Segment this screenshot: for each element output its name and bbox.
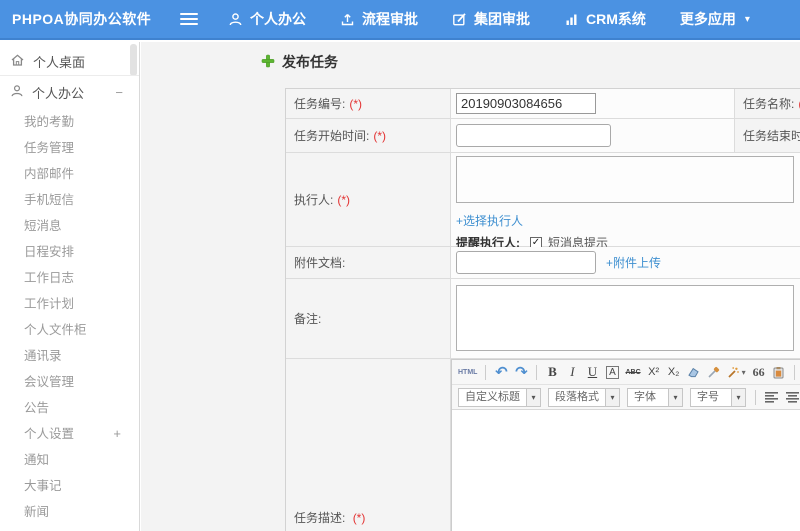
sidebar-item-announcement[interactable]: 公告 bbox=[0, 395, 139, 421]
caret-down-icon: ▾ bbox=[605, 388, 619, 406]
user-icon bbox=[228, 12, 243, 27]
blockquote-button[interactable]: 66 bbox=[752, 363, 766, 381]
font-family-dropdown[interactable]: 字体 ▾ bbox=[627, 387, 683, 407]
workflow-icon bbox=[340, 12, 355, 27]
add-icon bbox=[261, 54, 275, 71]
bold-button[interactable]: B bbox=[545, 363, 559, 381]
nav-group-approval[interactable]: 集团审批 bbox=[452, 9, 530, 29]
nav-more-apps[interactable]: 更多应用 ▾ bbox=[680, 9, 750, 29]
sidebar-item-personal-settings[interactable]: 个人设置 + bbox=[0, 421, 139, 447]
publish-task-form: 任务编号: (*) 任务名称: (*) 任务开始时间: (*) 任务结束时间: bbox=[285, 88, 800, 531]
main-content: 发布任务 任务编号: (*) 任务名称: (*) 任务开始时间: (*) bbox=[141, 42, 800, 531]
caret-down-icon: ▾ bbox=[741, 367, 746, 377]
expand-icon[interactable]: + bbox=[113, 421, 121, 447]
sidebar-item-personal-files[interactable]: 个人文件柜 bbox=[0, 317, 139, 343]
underline-button[interactable]: U bbox=[585, 363, 599, 381]
edit-icon bbox=[452, 12, 467, 27]
align-center-icon[interactable] bbox=[786, 388, 800, 406]
required-mark: (*) bbox=[352, 511, 366, 525]
nav-personal-office[interactable]: 个人办公 bbox=[228, 9, 306, 29]
caret-down-icon: ▾ bbox=[526, 388, 540, 406]
sidebar: 个人桌面 个人办公 − 我的考勤 任务管理 内部邮件 手机短信 短消息 日程安排… bbox=[0, 42, 140, 531]
sidebar-item-meeting-management[interactable]: 会议管理 bbox=[0, 369, 139, 395]
html-source-button[interactable]: HTML bbox=[458, 363, 477, 381]
choose-executor-link[interactable]: +选择执行人 bbox=[456, 214, 523, 228]
attachment-input[interactable] bbox=[456, 251, 596, 274]
attachment-upload-link[interactable]: +附件上传 bbox=[606, 254, 661, 271]
top-header: PHPOA协同办公软件 个人办公 流程审批 集团审批 CRM系统 更多应用 ▾ bbox=[0, 0, 800, 40]
sidebar-item-contacts[interactable]: 通讯录 bbox=[0, 343, 139, 369]
italic-button[interactable]: I bbox=[565, 363, 579, 381]
menu-toggle-icon[interactable] bbox=[180, 13, 198, 25]
required-mark: (*) bbox=[373, 128, 387, 143]
sidebar-item-internal-mail[interactable]: 内部邮件 bbox=[0, 161, 139, 187]
strikethrough-button[interactable]: ABC bbox=[625, 363, 640, 381]
sidebar-item-news[interactable]: 新闻 bbox=[0, 499, 139, 525]
editor-toolbar: HTML ↶ ↷ B I U A ABC X² X₂ ▾ 66 自定义标题 ▾ … bbox=[452, 360, 800, 410]
caret-down-icon: ▾ bbox=[731, 388, 745, 406]
paste-icon[interactable] bbox=[772, 363, 786, 381]
end-time-label: 任务结束时间: bbox=[743, 129, 800, 143]
home-icon bbox=[10, 53, 25, 70]
collapse-icon[interactable]: − bbox=[115, 85, 123, 100]
page-title: 发布任务 bbox=[261, 52, 338, 72]
task-number-label: 任务编号: bbox=[294, 97, 346, 111]
caret-down-icon: ▾ bbox=[744, 13, 750, 25]
executor-label: 执行人: bbox=[294, 193, 334, 207]
top-nav: 个人办公 流程审批 集团审批 CRM系统 更多应用 ▾ bbox=[228, 9, 750, 29]
remark-textarea[interactable] bbox=[456, 285, 794, 351]
remark-row: 备注: bbox=[286, 279, 800, 359]
caret-down-icon: ▾ bbox=[668, 388, 682, 406]
sidebar-item-events[interactable]: 大事记 bbox=[0, 473, 139, 499]
eraser-icon[interactable] bbox=[687, 363, 701, 381]
required-mark: (*) bbox=[349, 96, 363, 111]
redo-button[interactable]: ↷ bbox=[514, 363, 528, 381]
sidebar-item-notice[interactable]: 通知 bbox=[0, 447, 139, 473]
superscript-button[interactable]: X² bbox=[647, 363, 661, 381]
subscript-button[interactable]: X₂ bbox=[667, 363, 681, 381]
executor-row: 执行人: (*) +选择执行人 提醒执行人: ✓ 短消息提示 bbox=[286, 153, 800, 250]
bar-chart-icon bbox=[564, 12, 579, 27]
sidebar-item-personal-office[interactable]: 个人办公 − bbox=[0, 76, 139, 109]
sidebar-item-mobile-sms[interactable]: 手机短信 bbox=[0, 187, 139, 213]
sidebar-item-work-plan[interactable]: 工作计划 bbox=[0, 291, 139, 317]
task-name-label: 任务名称: bbox=[743, 97, 795, 111]
undo-button[interactable]: ↶ bbox=[494, 363, 508, 381]
sidebar-item-work-log[interactable]: 工作日志 bbox=[0, 265, 139, 291]
sidebar-item-short-message[interactable]: 短消息 bbox=[0, 213, 139, 239]
task-number-input[interactable] bbox=[456, 93, 596, 114]
nav-crm[interactable]: CRM系统 bbox=[564, 9, 646, 29]
user-icon bbox=[10, 84, 24, 101]
custom-title-dropdown[interactable]: 自定义标题 ▾ bbox=[458, 387, 541, 407]
font-size-dropdown[interactable]: 字号 ▾ bbox=[690, 387, 746, 407]
description-label: 任务描述: bbox=[294, 511, 346, 525]
attachment-row: 附件文档: +附件上传 bbox=[286, 247, 800, 279]
remark-label: 备注: bbox=[294, 312, 322, 326]
sidebar-item-schedule[interactable]: 日程安排 bbox=[0, 239, 139, 265]
rich-text-editor: HTML ↶ ↷ B I U A ABC X² X₂ ▾ 66 自定义标题 ▾ … bbox=[451, 359, 800, 531]
executor-textarea[interactable] bbox=[456, 156, 794, 203]
sidebar-item-task-management[interactable]: 任务管理 bbox=[0, 135, 139, 161]
format-brush-icon[interactable] bbox=[707, 363, 721, 381]
align-left-icon[interactable] bbox=[765, 388, 779, 406]
nav-workflow-approval[interactable]: 流程审批 bbox=[340, 9, 418, 29]
description-row: 任务描述: (*) HTML ↶ ↷ B I U A ABC X² X₂ ▾ 6… bbox=[286, 359, 800, 531]
start-time-label: 任务开始时间: bbox=[294, 129, 370, 143]
sidebar-item-vote[interactable]: 投票管理 bbox=[0, 525, 139, 531]
required-mark: (*) bbox=[337, 192, 351, 207]
font-border-button[interactable]: A bbox=[606, 365, 619, 379]
editor-content-area[interactable] bbox=[452, 410, 800, 531]
task-time-row: 任务开始时间: (*) 任务结束时间: (*) bbox=[286, 119, 800, 153]
app-logo: PHPOA协同办公软件 bbox=[12, 11, 152, 27]
paragraph-format-dropdown[interactable]: 段落格式 ▾ bbox=[548, 387, 620, 407]
autotypeset-icon[interactable]: ▾ bbox=[727, 363, 746, 381]
task-number-row: 任务编号: (*) 任务名称: (*) bbox=[286, 89, 800, 119]
sidebar-item-my-attendance[interactable]: 我的考勤 bbox=[0, 109, 139, 135]
start-time-input[interactable] bbox=[456, 124, 611, 147]
sidebar-item-personal-desktop[interactable]: 个人桌面 bbox=[0, 48, 139, 76]
attachment-label: 附件文档: bbox=[294, 256, 346, 270]
